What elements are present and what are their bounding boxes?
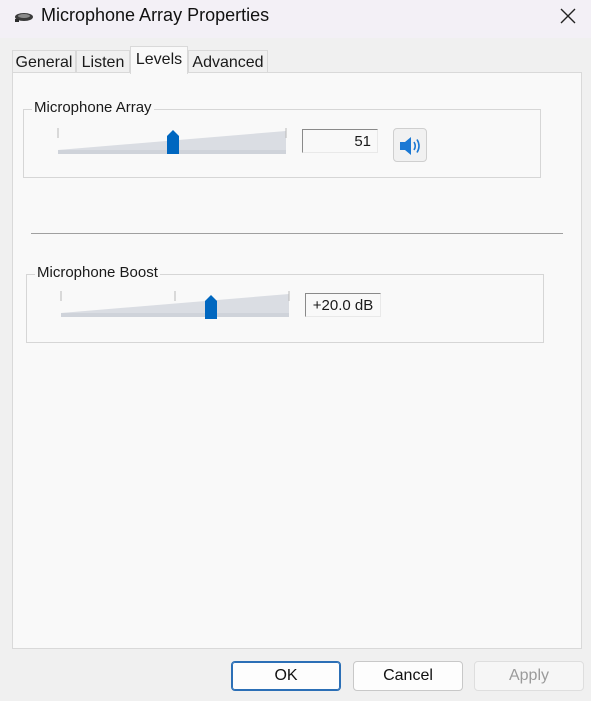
ok-button[interactable]: OK bbox=[231, 661, 341, 691]
mic-boost-label: Microphone Boost bbox=[35, 264, 160, 281]
mute-button[interactable] bbox=[393, 128, 427, 162]
tab-listen[interactable]: Listen bbox=[76, 50, 130, 73]
mic-array-slider[interactable] bbox=[56, 126, 288, 156]
apply-button[interactable]: Apply bbox=[474, 661, 584, 691]
speaker-unmuted-icon bbox=[400, 137, 420, 155]
window-title: Microphone Array Properties bbox=[41, 5, 270, 25]
levels-panel: Microphone Array 51 Microphone Boost +20… bbox=[12, 72, 582, 649]
tab-levels[interactable]: Levels bbox=[130, 46, 188, 74]
mic-array-group: Microphone Array 51 bbox=[23, 99, 541, 178]
cancel-button[interactable]: Cancel bbox=[353, 661, 463, 691]
close-icon bbox=[560, 8, 576, 24]
slider-thumb bbox=[167, 130, 179, 154]
tab-general[interactable]: General bbox=[12, 50, 76, 73]
microphone-device-icon bbox=[15, 13, 33, 22]
mic-boost-value: +20.0 dB bbox=[305, 293, 381, 317]
mic-array-value: 51 bbox=[302, 129, 378, 153]
mic-boost-group: Microphone Boost +20.0 dB bbox=[26, 264, 544, 343]
title-bar: Microphone Array Properties bbox=[0, 0, 591, 38]
tab-advanced[interactable]: Advanced bbox=[188, 50, 268, 73]
mic-array-label: Microphone Array bbox=[32, 99, 154, 116]
separator bbox=[31, 233, 563, 234]
slider-thumb bbox=[205, 295, 217, 319]
close-button[interactable] bbox=[545, 0, 591, 38]
mic-boost-slider[interactable] bbox=[59, 289, 291, 321]
